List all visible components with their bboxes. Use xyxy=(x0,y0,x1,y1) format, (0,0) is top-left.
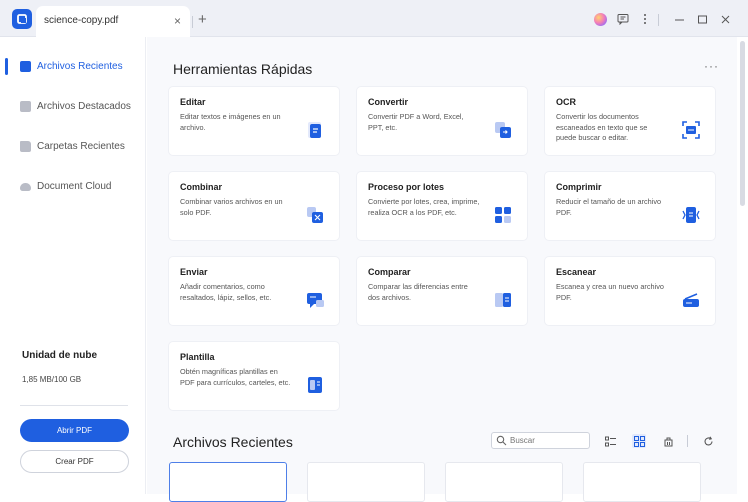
recent-file-card[interactable] xyxy=(307,462,425,502)
tool-description: Editar textos e imágenes en un archivo. xyxy=(180,112,281,132)
avatar-icon[interactable] xyxy=(592,11,608,27)
feedback-icon[interactable] xyxy=(615,11,631,27)
compare-icon xyxy=(495,293,511,307)
template-icon xyxy=(308,377,322,393)
tool-title: Enviar xyxy=(180,267,208,277)
scrollbar-thumb[interactable] xyxy=(740,41,745,206)
main-content: Herramientas Rápidas ··· Editar Editar t… xyxy=(147,37,737,502)
recent-file-card[interactable] xyxy=(169,462,287,502)
tab-divider xyxy=(192,16,193,28)
kebab-menu-icon[interactable] xyxy=(637,11,653,27)
tool-title: Comprimir xyxy=(556,182,602,192)
tool-description: Comparar las diferencias entre dos archi… xyxy=(368,282,468,302)
minimize-icon[interactable] xyxy=(671,11,687,27)
toolbar-divider xyxy=(687,435,688,447)
edit-icon xyxy=(308,122,321,138)
sidebar-item-recent-files[interactable]: Archivos Recientes xyxy=(0,54,146,80)
tool-description: Añadir comentarios, como resaltados, láp… xyxy=(180,282,272,302)
starred-files-icon xyxy=(20,101,31,112)
tool-title: OCR xyxy=(556,97,576,107)
tool-card-template[interactable]: Plantilla Obtén magníficas plantillas en… xyxy=(169,342,339,410)
tool-description: Reducir el tamaño de un archivo PDF. xyxy=(556,197,662,217)
tool-description: Convierte por lotes, crea, imprime, real… xyxy=(368,197,480,217)
tool-title: Editar xyxy=(180,97,206,107)
tool-title: Plantilla xyxy=(180,352,215,362)
tool-title: Proceso por lotes xyxy=(368,182,445,192)
tab-title: science-copy.pdf xyxy=(44,15,119,26)
main-scrollbar[interactable] xyxy=(737,37,748,494)
sidebar-divider xyxy=(20,405,128,406)
window-controls-divider xyxy=(658,14,659,26)
tab-close-icon[interactable]: × xyxy=(174,14,181,28)
batch-icon xyxy=(495,207,511,223)
maximize-icon[interactable] xyxy=(694,11,710,27)
sidebar-item-label: Archivos Recientes xyxy=(37,61,123,72)
clean-icon[interactable] xyxy=(661,434,675,448)
tool-description: Combinar varios archivos en un solo PDF. xyxy=(180,197,283,217)
active-indicator xyxy=(5,58,8,75)
search-field[interactable] xyxy=(491,432,590,449)
tool-description: Convertir PDF a Word, Excel, PPT, etc. xyxy=(368,112,464,132)
sidebar-item-document-cloud[interactable]: Document Cloud xyxy=(0,174,146,200)
tool-description: Obtén magníficas plantillas en PDF para … xyxy=(180,367,291,387)
tool-card-scan[interactable]: Escanear Escanea y crea un nuevo archivo… xyxy=(545,257,715,325)
search-icon xyxy=(496,435,507,446)
tool-card-edit[interactable]: Editar Editar textos e imágenes en un ar… xyxy=(169,87,339,155)
convert-icon xyxy=(495,122,511,138)
recent-file-card[interactable] xyxy=(583,462,701,502)
recent-files-icon xyxy=(20,61,31,72)
quick-tools-title: Herramientas Rápidas xyxy=(173,61,313,77)
title-bar: science-copy.pdf × + xyxy=(0,0,748,37)
refresh-icon[interactable] xyxy=(701,434,715,448)
cloud-storage-title: Unidad de nube xyxy=(22,350,97,361)
tool-card-batch[interactable]: Proceso por lotes Convierte por lotes, c… xyxy=(357,172,527,240)
tool-description: Convertir los documentos escaneados en t… xyxy=(556,112,648,142)
send-icon xyxy=(307,293,324,308)
sidebar-item-label: Archivos Destacados xyxy=(37,101,131,112)
more-options-icon[interactable]: ··· xyxy=(704,59,719,73)
tool-card-send[interactable]: Enviar Añadir comentarios, como resaltad… xyxy=(169,257,339,325)
tool-description: Escanea y crea un nuevo archivo PDF. xyxy=(556,282,664,302)
sidebar: Archivos Recientes Archivos Destacados C… xyxy=(0,37,146,494)
tool-card-combine[interactable]: Combinar Combinar varios archivos en un … xyxy=(169,172,339,240)
tool-title: Combinar xyxy=(180,182,223,192)
create-pdf-button[interactable]: Crear PDF xyxy=(20,450,129,473)
search-input[interactable] xyxy=(510,434,586,447)
sidebar-item-starred-files[interactable]: Archivos Destacados xyxy=(0,94,146,120)
tool-title: Comparar xyxy=(368,267,411,277)
recent-files-title: Archivos Recientes xyxy=(173,434,293,450)
close-icon[interactable] xyxy=(717,11,733,27)
open-pdf-button[interactable]: Abrir PDF xyxy=(20,419,129,442)
list-view-icon[interactable] xyxy=(603,434,617,448)
sidebar-item-recent-folders[interactable]: Carpetas Recientes xyxy=(0,134,146,160)
cloud-icon xyxy=(20,183,31,191)
tool-card-convert[interactable]: Convertir Convertir PDF a Word, Excel, P… xyxy=(357,87,527,155)
tool-card-ocr[interactable]: OCR Convertir los documentos escaneados … xyxy=(545,87,715,155)
compress-icon xyxy=(682,207,700,223)
cloud-storage-usage: 1,85 MB/100 GB xyxy=(22,375,82,384)
ocr-icon xyxy=(682,121,700,139)
tool-card-compare[interactable]: Comparar Comparar las diferencias entre … xyxy=(357,257,527,325)
tool-title: Escanear xyxy=(556,267,597,277)
tool-title: Convertir xyxy=(368,97,409,107)
app-logo-icon[interactable] xyxy=(12,9,32,29)
sidebar-item-label: Carpetas Recientes xyxy=(37,141,125,152)
folder-icon xyxy=(20,141,31,152)
document-tab[interactable]: science-copy.pdf × xyxy=(36,6,190,37)
new-tab-icon[interactable]: + xyxy=(198,12,207,27)
scanner-icon xyxy=(683,293,699,307)
combine-icon xyxy=(307,207,323,223)
tool-card-compress[interactable]: Comprimir Reducir el tamaño de un archiv… xyxy=(545,172,715,240)
recent-file-card[interactable] xyxy=(445,462,563,502)
sidebar-item-label: Document Cloud xyxy=(37,181,112,192)
grid-view-icon[interactable] xyxy=(632,434,646,448)
